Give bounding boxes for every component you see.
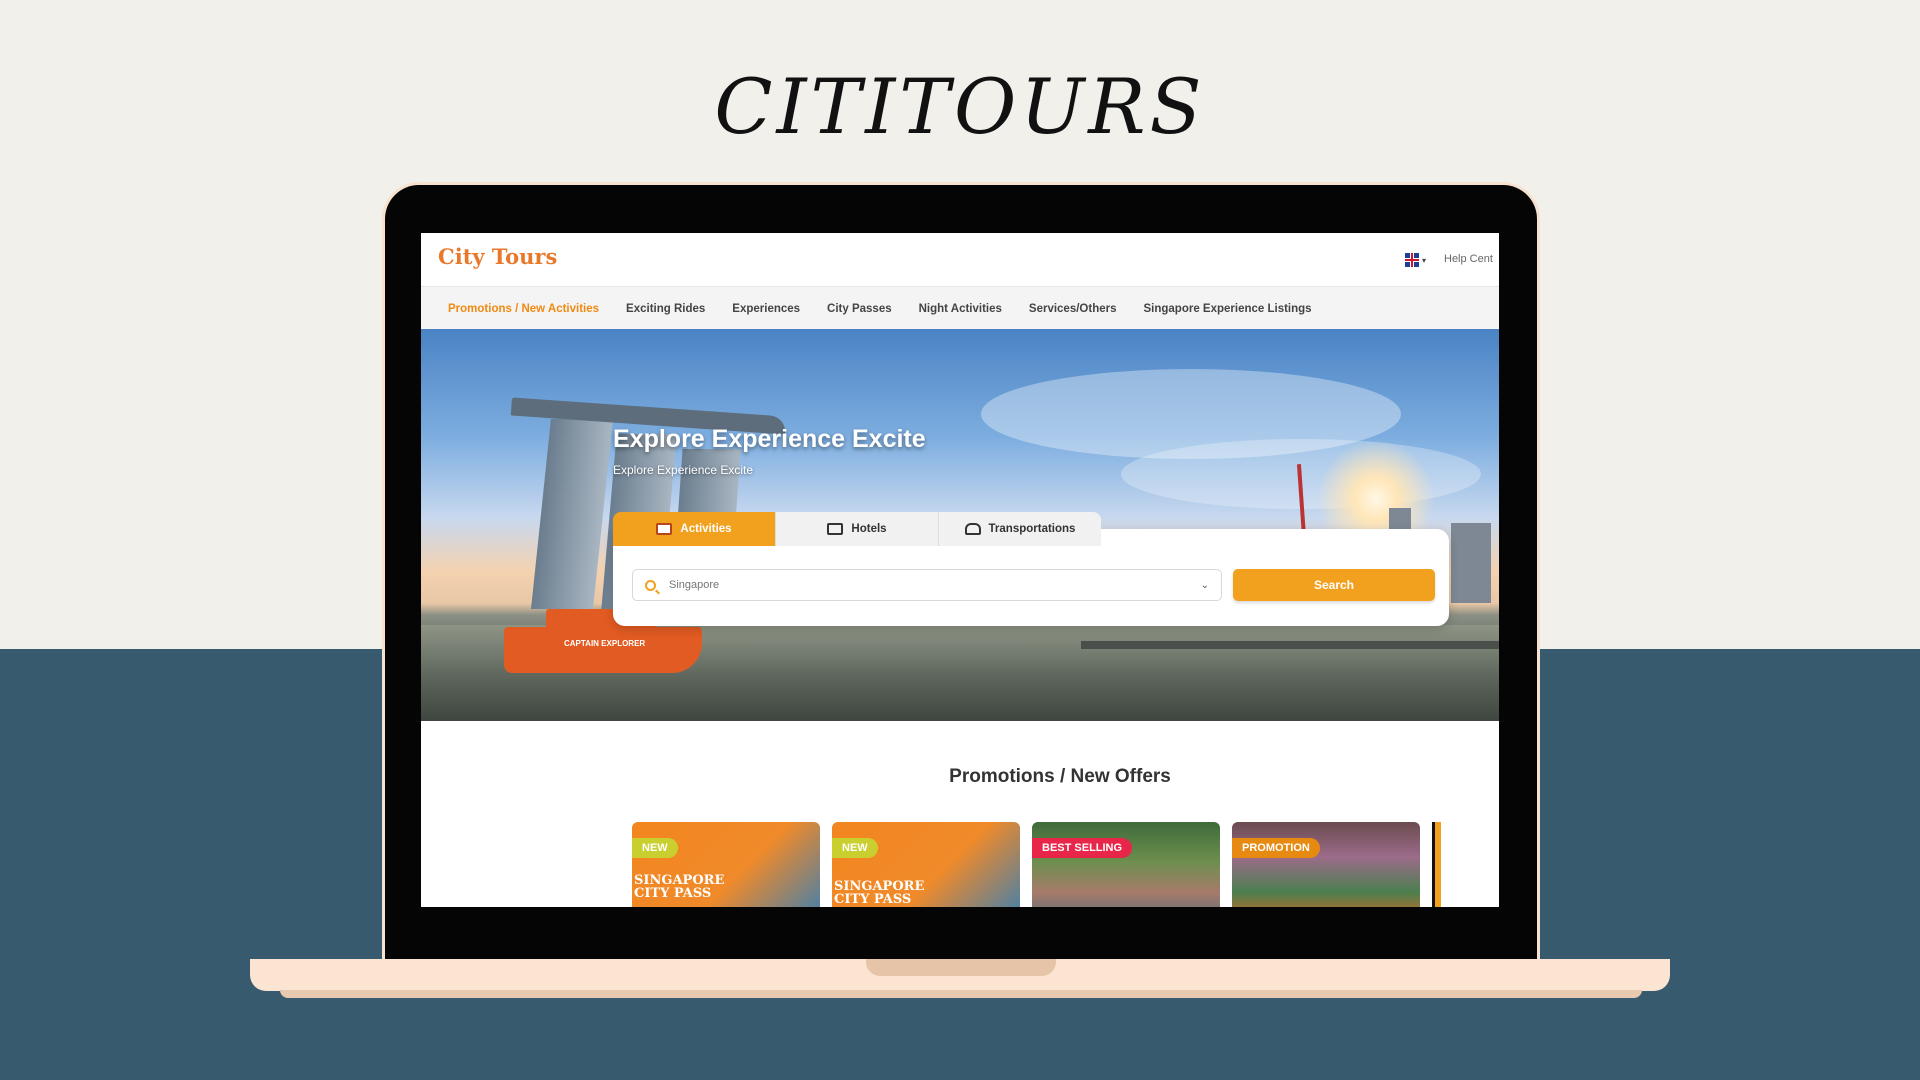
promotions-title: Promotions / New Offers: [949, 766, 1171, 787]
tab-label: Activities: [680, 523, 732, 535]
chevron-down-icon[interactable]: ⌄: [1201, 580, 1209, 591]
promo-card[interactable]: NEW SINGAPORE CITY PASS: [832, 822, 1020, 907]
site-header: City Tours ▾ Help Cent: [421, 233, 1499, 286]
promotion-cards: NEW SINGAPORE CITY PASS NEW SINGAPORE CI…: [632, 822, 1441, 907]
badge-best-selling: BEST SELLING: [1032, 838, 1133, 858]
laptop-base-shadow: [280, 990, 1642, 998]
badge-new: NEW: [832, 838, 878, 858]
pier: [1081, 641, 1499, 649]
hotel-icon: [827, 523, 844, 535]
promo-card[interactable]: NEW SINGAPORE CITY PASS: [632, 822, 820, 907]
hero-subtitle: Explore Experience Excite: [613, 463, 754, 477]
card-text-line: CITY PASS: [834, 892, 912, 907]
chevron-down-icon: ▾: [1422, 255, 1427, 265]
main-nav: Promotions / New Activities Exciting Rid…: [421, 286, 1499, 330]
card-text: SINGAPORE CITY PASS: [634, 874, 724, 900]
site-logo[interactable]: City Tours: [438, 244, 557, 269]
hero-title: Explore Experience Excite: [613, 425, 926, 453]
nav-services-others[interactable]: Services/Others: [1029, 303, 1117, 315]
badge-promotion: PROMOTION: [1232, 838, 1320, 858]
card-text-line: CITY PASS: [634, 886, 712, 901]
uk-flag-icon: [1405, 253, 1419, 267]
nav-promotions[interactable]: Promotions / New Activities: [448, 303, 599, 315]
nav-night-activities[interactable]: Night Activities: [919, 303, 1002, 315]
tab-label: Hotels: [851, 523, 887, 535]
tab-label: Transportations: [988, 523, 1076, 535]
destination-select[interactable]: ⌄: [632, 569, 1222, 601]
boat-label: CAPTAIN EXPLORER: [564, 639, 646, 648]
promo-card[interactable]: BEST SELLING: [1032, 822, 1220, 907]
nav-exciting-rides[interactable]: Exciting Rides: [626, 303, 705, 315]
nav-experiences[interactable]: Experiences: [732, 303, 800, 315]
tab-transportations[interactable]: Transportations: [939, 512, 1101, 546]
ticket-icon: [656, 523, 673, 535]
laptop-notch: [866, 959, 1056, 976]
hero-banner: CAPTAIN EXPLORER Explore Experience Exci…: [421, 329, 1499, 721]
tab-hotels[interactable]: Hotels: [776, 512, 939, 546]
nav-city-passes[interactable]: City Passes: [827, 303, 892, 315]
search-input[interactable]: [667, 578, 1171, 592]
tab-activities[interactable]: Activities: [613, 512, 776, 546]
car-icon: [964, 523, 981, 535]
badge-new: NEW: [632, 838, 678, 858]
card-text: SINGAPORE CITY PASS: [834, 880, 924, 906]
promo-card[interactable]: PROMOTION: [1232, 822, 1420, 907]
hotel-tower: [531, 419, 613, 609]
search-button[interactable]: Search: [1233, 569, 1435, 601]
brand-title: CITITOURS: [714, 62, 1206, 151]
help-center-link[interactable]: Help Cent: [1444, 253, 1493, 265]
promo-card-partial[interactable]: [1432, 822, 1441, 907]
nav-singapore-listings[interactable]: Singapore Experience Listings: [1144, 303, 1312, 315]
language-selector[interactable]: ▾: [1405, 253, 1426, 267]
laptop-screen: City Tours ▾ Help Cent Promotions / New …: [421, 233, 1499, 907]
skyline-building: [1451, 523, 1491, 603]
duck-boat: CAPTAIN EXPLORER: [504, 627, 702, 673]
search-icon: [645, 579, 656, 591]
search-tabs: Activities Hotels Transportations: [613, 512, 1101, 546]
